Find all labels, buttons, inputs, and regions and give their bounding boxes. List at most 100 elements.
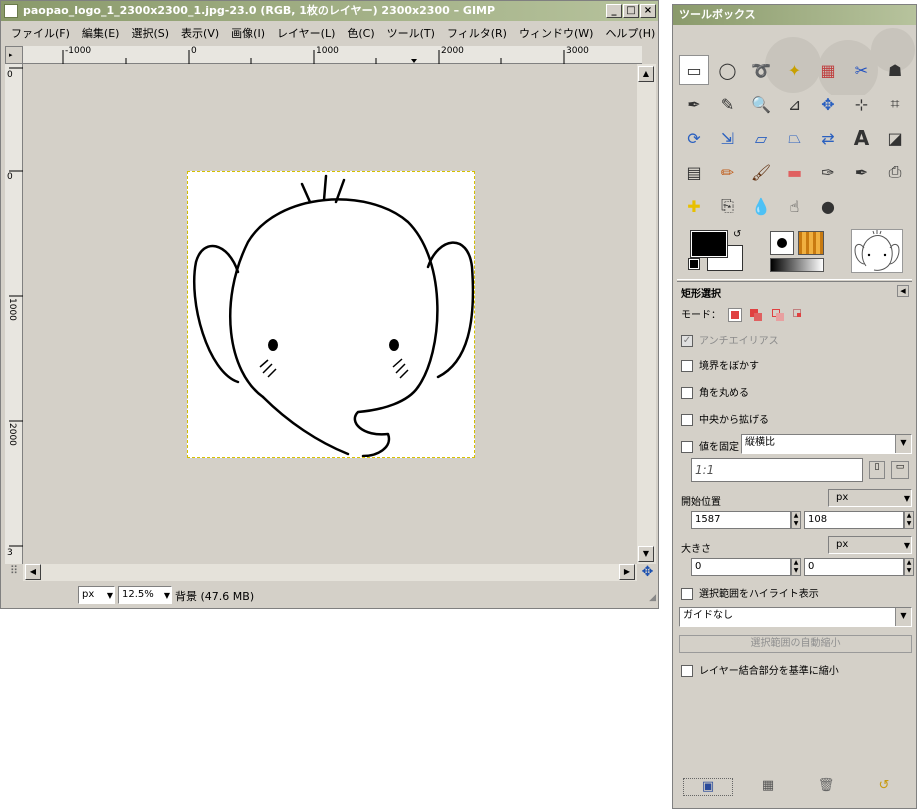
text-icon[interactable]: A — [847, 123, 877, 153]
menu-tools[interactable]: ツール(T) — [381, 25, 441, 41]
perspective-clone-icon[interactable]: ⎘ — [713, 191, 743, 221]
expand-center-checkbox[interactable] — [681, 414, 693, 426]
default-colors-icon[interactable] — [688, 258, 700, 270]
flip-icon[interactable]: ⇄ — [813, 123, 843, 153]
rect-select-icon[interactable]: ▭ — [679, 55, 709, 85]
unit-select[interactable]: px ▼ — [78, 586, 115, 604]
foreground-color-swatch[interactable] — [690, 230, 728, 258]
clone-icon[interactable]: ⎙ — [880, 157, 910, 187]
image-window-titlebar[interactable]: paopao_logo_1_2300x2300_1.jpg-23.0 (RGB,… — [1, 1, 658, 21]
crop-icon[interactable]: ⌗ — [880, 89, 910, 119]
scroll-left-arrow[interactable]: ◀ — [25, 564, 41, 580]
size-height-spinner[interactable]: ▲ ▼ — [904, 558, 914, 576]
highlight-option[interactable]: 選択範囲をハイライト表示 — [681, 585, 819, 600]
gradient-preview[interactable] — [770, 258, 824, 272]
reset-options-icon[interactable]: ↺ — [873, 778, 895, 796]
menu-filters[interactable]: フィルタ(R) — [441, 25, 513, 41]
navigate-icon[interactable]: ✥ — [639, 564, 656, 581]
fg-bg-colors[interactable]: ↺ — [688, 229, 747, 273]
expand-center-option[interactable]: 中央から拡げる — [681, 411, 769, 426]
menu-layer[interactable]: レイヤー(L) — [271, 25, 341, 41]
menu-view[interactable]: 表示(V) — [175, 25, 225, 41]
menu-file[interactable]: ファイル(F) — [5, 25, 76, 41]
vertical-scrollbar[interactable]: ▲ ▼ — [637, 64, 656, 564]
maximize-button[interactable]: □ — [623, 4, 639, 18]
landscape-icon[interactable]: ▭ — [891, 461, 909, 479]
scroll-up-arrow[interactable]: ▲ — [638, 66, 654, 82]
foreground-select-icon[interactable]: ☗ — [880, 55, 910, 85]
highlight-checkbox[interactable] — [681, 588, 693, 600]
auto-shrink-button[interactable]: 選択範囲の自動縮小 — [679, 635, 912, 653]
delete-options-icon[interactable]: 🗑 — [815, 778, 837, 796]
shrink-merged-option[interactable]: レイヤー結合部分を基準に縮小 — [681, 662, 839, 677]
blend-icon[interactable]: ▤ — [679, 157, 709, 187]
guides-select[interactable]: ガイドなし ▼ — [679, 607, 912, 627]
move-icon[interactable]: ✥ — [813, 89, 843, 119]
elephant-image[interactable] — [187, 171, 475, 458]
pattern-preview[interactable] — [798, 231, 824, 255]
resize-grip-icon[interactable]: ◢ — [649, 593, 656, 603]
menu-edit[interactable]: 編集(E) — [76, 25, 126, 41]
zoom-select[interactable]: 12.5% ▼ — [118, 586, 172, 604]
color-select-icon[interactable]: ▦ — [813, 55, 843, 85]
feather-checkbox[interactable] — [681, 360, 693, 372]
ink-icon[interactable]: ✒ — [847, 157, 877, 187]
save-options-icon[interactable]: ▣ — [683, 778, 733, 796]
position-y-input[interactable]: 108 — [804, 511, 904, 529]
fixed-mode-select[interactable]: 縦横比 ▼ — [741, 434, 912, 454]
toolbox-titlebar[interactable]: ツールボックス — [673, 5, 916, 25]
mode-intersect-icon[interactable] — [792, 308, 806, 322]
menu-colors[interactable]: 色(C) — [341, 25, 380, 41]
ratio-input[interactable]: 1:1 — [691, 458, 863, 482]
free-select-icon[interactable]: ➰ — [746, 55, 776, 85]
collapse-options-icon[interactable]: ◀ — [897, 285, 909, 297]
menu-windows[interactable]: ウィンドウ(W) — [513, 25, 599, 41]
eraser-icon[interactable]: ▬ — [780, 157, 810, 187]
scroll-down-arrow[interactable]: ▼ — [638, 546, 654, 562]
zoom-icon[interactable]: 🔍 — [746, 89, 776, 119]
size-unit-select[interactable]: px ▼ — [828, 536, 912, 554]
fixed-option[interactable]: 値を固定 — [681, 438, 739, 453]
color-picker-icon[interactable]: ✎ — [713, 89, 743, 119]
position-x-spinner[interactable]: ▲ ▼ — [791, 511, 801, 529]
measure-icon[interactable]: ⊿ — [780, 89, 810, 119]
size-width-spinner[interactable]: ▲ ▼ — [791, 558, 801, 576]
portrait-icon[interactable]: ▯ — [869, 461, 885, 479]
mode-replace-icon[interactable] — [728, 308, 743, 322]
scale-icon[interactable]: ⇲ — [713, 123, 743, 153]
restore-options-icon[interactable]: ▦ — [757, 778, 779, 796]
paintbrush-icon[interactable]: 🖌 — [746, 157, 776, 187]
menu-help[interactable]: ヘルプ(H) — [599, 25, 661, 41]
antialias-option[interactable]: ✓ アンチエイリアス — [681, 332, 779, 347]
horizontal-scrollbar[interactable]: ◀ ▶ — [23, 564, 637, 581]
dodge-burn-icon[interactable]: ● — [813, 191, 843, 221]
align-icon[interactable]: ⊹ — [847, 89, 877, 119]
horizontal-ruler[interactable]: -1000 0 1000 2000 3000 — [23, 46, 642, 64]
quick-mask-toggle-icon[interactable]: ⠿ — [6, 564, 22, 581]
scroll-right-arrow[interactable]: ▶ — [619, 564, 635, 580]
heal-icon[interactable]: ✚ — [679, 191, 709, 221]
menu-image[interactable]: 画像(I) — [225, 25, 271, 41]
antialias-checkbox[interactable]: ✓ — [681, 335, 693, 347]
smudge-icon[interactable]: ☝ — [780, 191, 810, 221]
feather-option[interactable]: 境界をぼかす — [681, 357, 759, 372]
position-x-input[interactable]: 1587 — [691, 511, 791, 529]
ruler-corner-menu-button[interactable]: ▸ — [5, 46, 23, 64]
close-button[interactable]: × — [640, 4, 656, 18]
paths-icon[interactable]: ✒ — [679, 89, 709, 119]
swap-colors-icon[interactable]: ↺ — [733, 229, 741, 240]
rounded-checkbox[interactable] — [681, 387, 693, 399]
mode-add-icon[interactable] — [749, 308, 763, 322]
image-canvas[interactable] — [23, 64, 637, 564]
brush-preview[interactable] — [770, 231, 794, 255]
ellipse-select-icon[interactable]: ◯ — [713, 55, 743, 85]
airbrush-icon[interactable]: ✑ — [813, 157, 843, 187]
minimize-button[interactable]: _ — [606, 4, 622, 18]
blur-icon[interactable]: 💧 — [746, 191, 776, 221]
rotate-icon[interactable]: ⟳ — [679, 123, 709, 153]
pencil-icon[interactable]: ✏ — [713, 157, 743, 187]
rounded-option[interactable]: 角を丸める — [681, 384, 749, 399]
position-y-spinner[interactable]: ▲ ▼ — [904, 511, 914, 529]
size-height-input[interactable]: 0 — [804, 558, 904, 576]
scissors-icon[interactable]: ✂ — [847, 55, 877, 85]
